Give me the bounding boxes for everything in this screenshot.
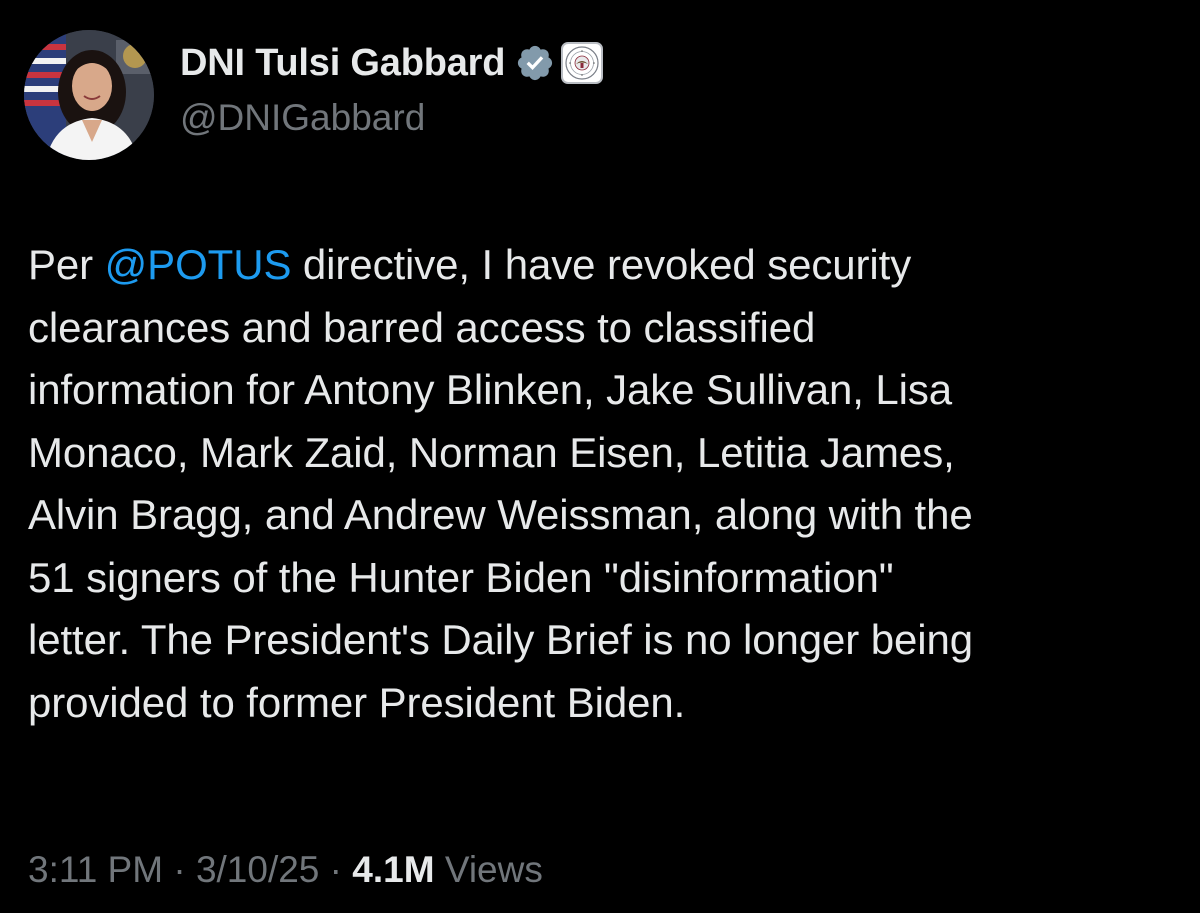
tweet: DNI Tulsi Gabbard @DNIGabbard Per @POTUS… [0,0,1200,913]
author-display-name[interactable]: DNI Tulsi Gabbard [180,38,505,88]
tweet-text-line: clearances and barred access to classifi… [28,303,816,351]
tweet-text-line: Per @POTUS directive, I have revoked sec… [28,234,1178,297]
author-handle[interactable]: @DNIGabbard [180,94,425,142]
mention-link[interactable]: @POTUS [105,241,292,288]
text-segment: directive, I have revoked security [291,241,912,288]
tweet-text: Per @POTUS directive, I have revoked sec… [28,234,1178,734]
tweet-date[interactable]: 3/10/25 [196,849,319,890]
tweet-text-line: Monaco, Mark Zaid, Norman Eisen, Letitia… [28,428,955,476]
tweet-text-line: Alvin Bragg, and Andrew Weissman, along … [28,491,973,538]
views-label: Views [434,849,543,890]
profile-photo-icon [24,30,154,160]
text-segment: Per [28,241,105,288]
tweet-metadata: 3:11 PM · 3/10/25 · 4.1M Views [28,846,543,894]
tweet-text-line: provided to former President Biden. [28,678,686,726]
author-name-row: DNI Tulsi Gabbard [180,38,604,88]
odni-seal-icon[interactable] [561,42,604,84]
meta-separator: · [319,849,353,890]
tweet-text-line: 51 signers of the Hunter Biden "disinfor… [28,553,894,601]
tweet-text-line: letter. The President's Daily Brief is n… [28,616,974,663]
verified-badge-icon[interactable] [515,43,555,83]
tweet-time[interactable]: 3:11 PM [28,849,163,890]
tweet-text-line: information for Antony Blinken, Jake Sul… [28,366,953,413]
avatar[interactable] [24,30,154,160]
views-count[interactable]: 4.1M [352,849,434,890]
meta-separator: · [163,849,196,890]
